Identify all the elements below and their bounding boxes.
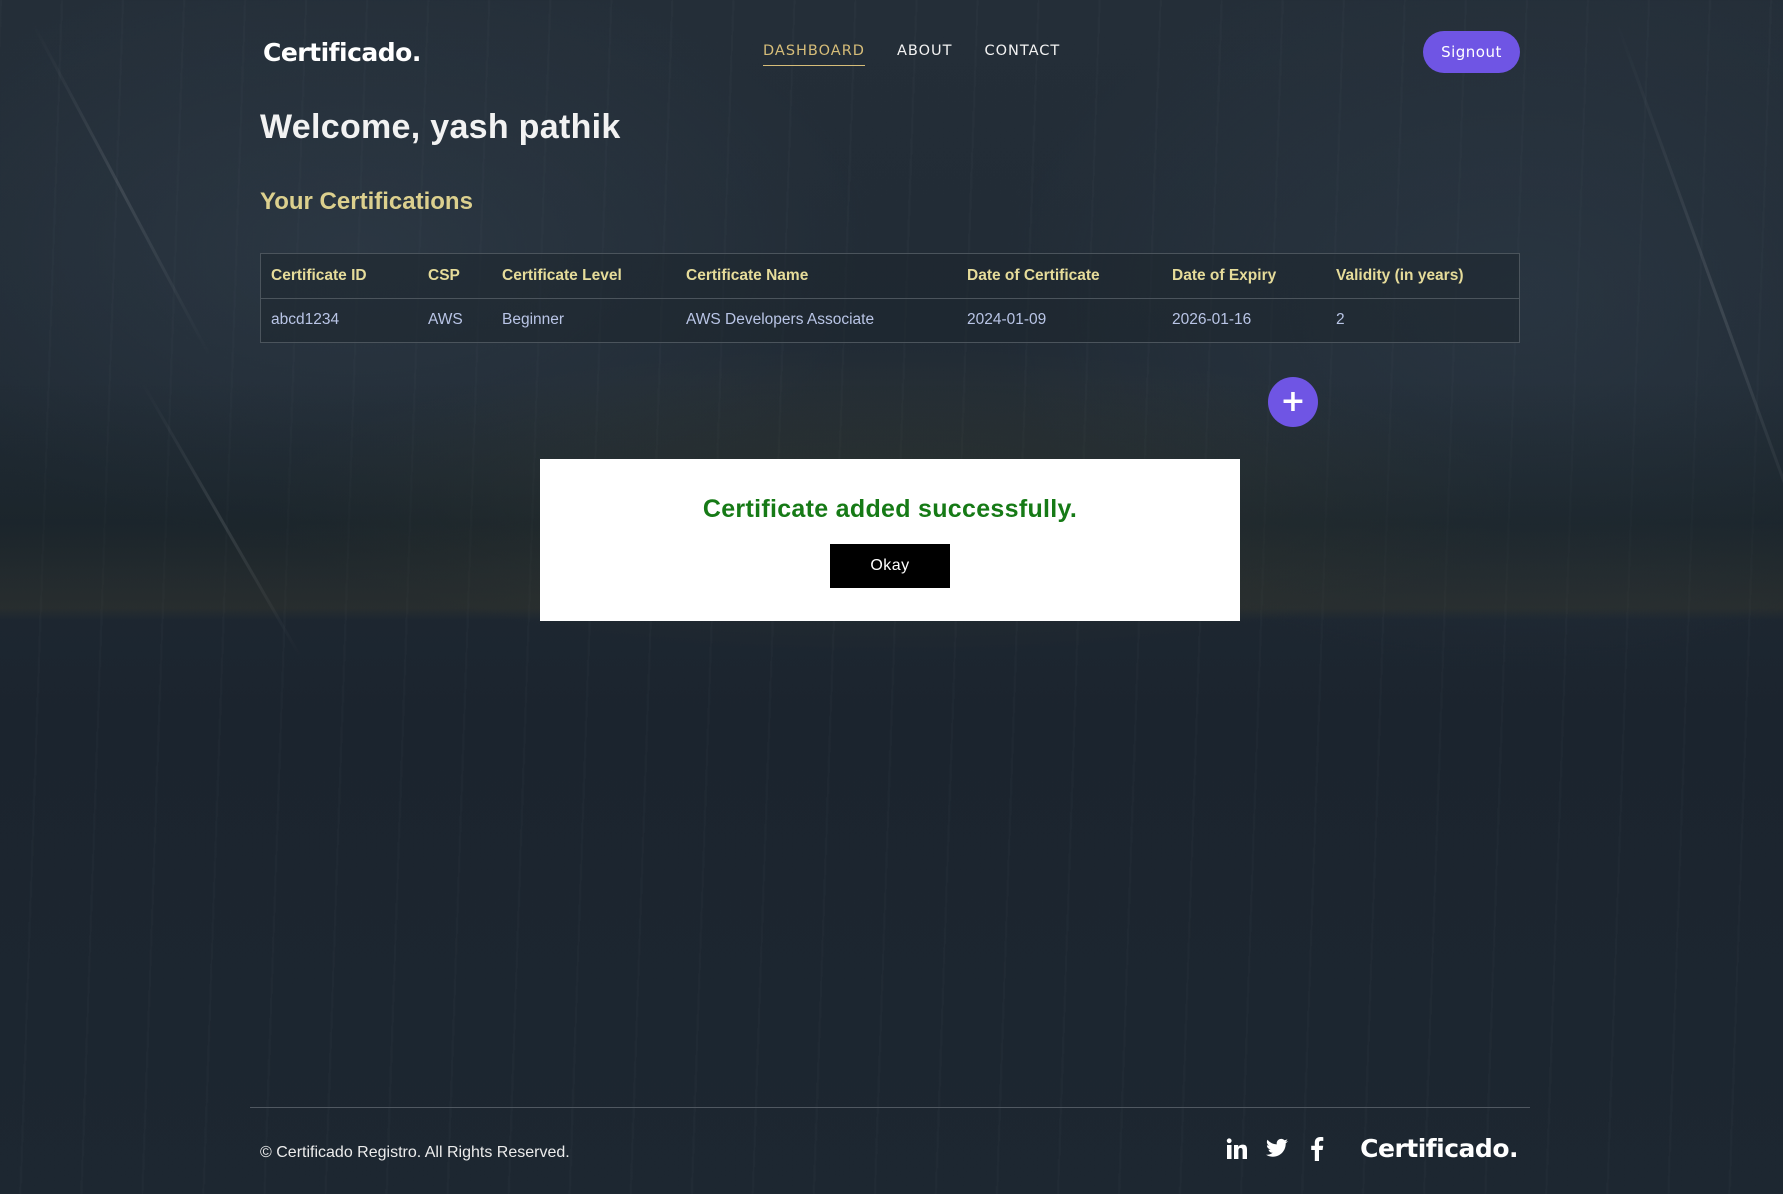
column-header: CSP bbox=[418, 254, 492, 299]
twitter-icon[interactable] bbox=[1264, 1136, 1290, 1162]
column-header: Date of Certificate bbox=[957, 254, 1162, 299]
certifications-heading: Your Certifications bbox=[260, 188, 473, 215]
column-header: Certificate Name bbox=[676, 254, 957, 299]
cell-certificate-name: AWS Developers Associate bbox=[686, 311, 875, 329]
top-navbar: Certificado. DASHBOARD ABOUT CONTACT Sig… bbox=[260, 30, 1520, 74]
plus-icon: + bbox=[1280, 384, 1306, 419]
footer-links: Certificado. bbox=[1224, 1134, 1518, 1163]
okay-button[interactable]: Okay bbox=[830, 544, 950, 588]
success-message: Certificate added successfully. bbox=[702, 495, 1078, 523]
linkedin-icon[interactable] bbox=[1224, 1136, 1250, 1162]
certifications-table: Certificate ID CSP Certificate Level Cer… bbox=[260, 253, 1520, 343]
nav-dashboard[interactable]: DASHBOARD bbox=[763, 43, 865, 66]
table-header-row: Certificate ID CSP Certificate Level Cer… bbox=[261, 254, 1519, 299]
copyright-text: © Certificado Registro. All Rights Reser… bbox=[260, 1144, 570, 1161]
footer-brand-logo[interactable]: Certificado. bbox=[1360, 1134, 1518, 1163]
cell-certificate-id: abcd1234 bbox=[271, 311, 340, 329]
success-dialog: Certificate added successfully. Okay bbox=[540, 459, 1240, 621]
brand-logo[interactable]: Certificado. bbox=[263, 38, 421, 67]
column-header: Certificate ID bbox=[261, 254, 418, 299]
cell-certificate-level: Beginner bbox=[502, 311, 565, 329]
cell-date-of-expiry: 2026-01-16 bbox=[1172, 311, 1252, 329]
cell-date-of-certificate: 2024-01-09 bbox=[967, 311, 1047, 329]
background-crease bbox=[30, 21, 213, 359]
column-header: Date of Expiry bbox=[1162, 254, 1326, 299]
facebook-icon[interactable] bbox=[1304, 1136, 1330, 1162]
add-certificate-button[interactable]: + bbox=[1268, 377, 1318, 427]
welcome-heading: Welcome, yash pathik bbox=[260, 108, 621, 146]
cell-csp: AWS bbox=[428, 311, 463, 329]
nav-contact[interactable]: CONTACT bbox=[984, 43, 1060, 66]
footer-divider bbox=[250, 1107, 1530, 1108]
column-header: Certificate Level bbox=[492, 254, 676, 299]
column-header: Validity (in years) bbox=[1326, 254, 1519, 299]
table-row[interactable]: abcd1234 AWS Beginner AWS Developers Ass… bbox=[261, 298, 1519, 342]
nav-about[interactable]: ABOUT bbox=[897, 43, 953, 66]
cell-validity: 2 bbox=[1336, 311, 1345, 329]
main-nav: DASHBOARD ABOUT CONTACT bbox=[763, 43, 1060, 66]
signout-button[interactable]: Signout bbox=[1423, 31, 1520, 73]
